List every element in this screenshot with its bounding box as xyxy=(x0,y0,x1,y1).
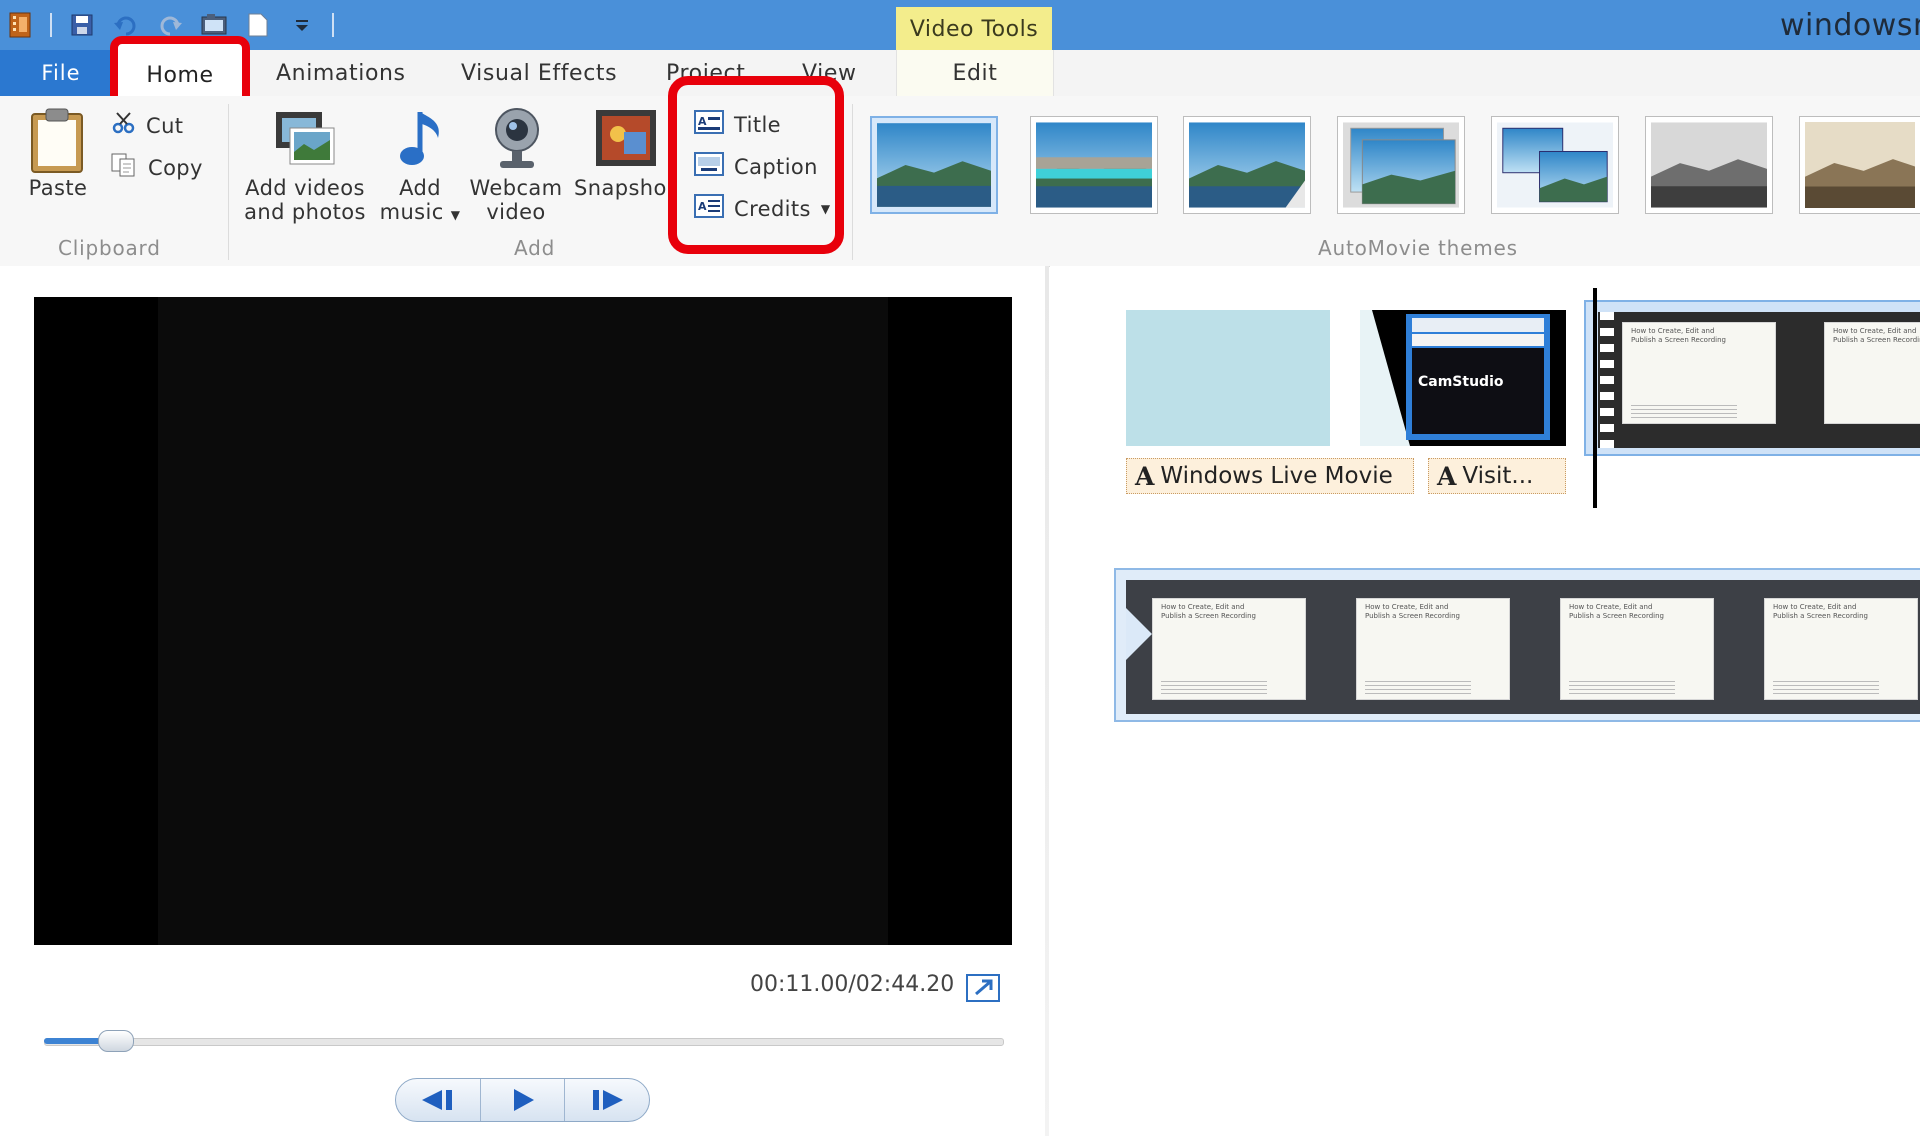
tab-animations[interactable]: Animations xyxy=(276,50,406,96)
tab-edit[interactable]: Edit xyxy=(896,50,1054,96)
theme-thumb-icon xyxy=(877,123,991,207)
caption-chip-visit[interactable]: A Visit... xyxy=(1428,458,1566,494)
camstudio-toolbar xyxy=(1412,334,1544,346)
clip-filmstrip: How to Create, Edit and Publish a Screen … xyxy=(1126,580,1920,714)
camstudio-label: CamStudio xyxy=(1418,374,1504,390)
snapshot-icon[interactable] xyxy=(594,108,658,168)
clip-frame: How to Create, Edit and Publish a Screen … xyxy=(1824,322,1920,424)
theme-thumb-icon xyxy=(1651,122,1767,208)
theme-thumb-icon xyxy=(1497,122,1613,208)
webcam-label-line2: video xyxy=(486,200,546,224)
theme-thumb-icon xyxy=(1189,122,1305,208)
pane-splitter[interactable] xyxy=(1045,266,1049,1136)
copy-icon xyxy=(110,152,138,183)
clip-frame: How to Create, Edit and Publish a Screen … xyxy=(1764,598,1918,700)
customize-qat-icon[interactable] xyxy=(288,11,316,39)
ribbon-separator xyxy=(852,104,853,260)
tab-visual-effects[interactable]: Visual Effects xyxy=(461,50,617,96)
clip-frame: How to Create, Edit and Publish a Screen … xyxy=(1622,322,1776,424)
video-frame xyxy=(158,297,888,945)
paste-label[interactable]: Paste xyxy=(22,176,94,200)
add-music-label[interactable]: Add music ▼ xyxy=(378,176,462,227)
caption-chip-text: Visit... xyxy=(1462,463,1534,489)
redo-icon[interactable] xyxy=(156,11,184,39)
clip-frame: How to Create, Edit and Publish a Screen … xyxy=(1152,598,1306,700)
clip-frame: How to Create, Edit and Publish a Screen … xyxy=(1560,598,1714,700)
clipboard-group-label: Clipboard xyxy=(58,236,161,260)
clip-filmstrip: How to Create, Edit and Publish a Screen … xyxy=(1598,312,1920,448)
window-title: windowsn xyxy=(1780,8,1920,43)
add-videos-icon[interactable] xyxy=(274,110,338,168)
tab-file[interactable]: File xyxy=(0,50,122,96)
snapshot-icon[interactable] xyxy=(200,11,228,39)
playback-controls xyxy=(395,1078,650,1122)
webcam-icon[interactable] xyxy=(490,106,544,172)
playback-timecode: 00:11.00/02:44.20 xyxy=(750,972,955,997)
video-clip-selected[interactable]: How to Create, Edit and Publish a Screen … xyxy=(1584,300,1920,456)
playhead-indicator[interactable] xyxy=(1593,288,1597,508)
add-videos-label[interactable]: Add videos and photos xyxy=(240,176,370,224)
add-videos-label-line2: and photos xyxy=(244,200,366,224)
video-clip-camstudio[interactable]: CamStudio xyxy=(1360,310,1566,446)
text-overlay-icon: A xyxy=(1135,461,1155,491)
ribbon-separator xyxy=(228,104,229,260)
automovie-theme-crossfade[interactable] xyxy=(1491,116,1619,214)
add-music-label-line2: music ▼ xyxy=(379,200,461,224)
film-sprockets xyxy=(1600,312,1614,448)
title-clip[interactable] xyxy=(1126,310,1330,446)
copy-label: Copy xyxy=(148,155,203,180)
automovie-theme-pan-zoom[interactable] xyxy=(1337,116,1465,214)
play-icon xyxy=(513,1089,534,1111)
automovie-theme-contemporary[interactable] xyxy=(870,116,998,214)
camstudio-splash: CamStudio xyxy=(1412,348,1544,434)
webcam-video-label[interactable]: Webcam video xyxy=(466,176,566,224)
dropdown-arrow-icon: ▼ xyxy=(450,208,461,222)
automovie-theme-cinematic[interactable] xyxy=(1030,116,1158,214)
previous-frame-icon xyxy=(421,1090,452,1110)
fullscreen-icon[interactable] xyxy=(966,974,1000,1002)
camstudio-window-thumb: CamStudio xyxy=(1406,314,1550,440)
paste-icon[interactable] xyxy=(26,106,88,176)
video-clip-row2[interactable]: How to Create, Edit and Publish a Screen … xyxy=(1114,568,1920,722)
text-overlay-icon: A xyxy=(1437,461,1457,491)
next-frame-button[interactable] xyxy=(565,1079,649,1121)
slide-footer-text xyxy=(1631,405,1738,419)
camstudio-menubar xyxy=(1412,318,1544,332)
caption-chip-windows-live-movie[interactable]: A Windows Live Movie xyxy=(1126,458,1414,494)
next-frame-icon xyxy=(593,1090,624,1110)
add-videos-label-line1: Add videos xyxy=(245,176,365,200)
cut-button[interactable]: Cut xyxy=(112,112,183,139)
webcam-label-line1: Webcam xyxy=(469,176,563,200)
automovie-themes-group-label: AutoMovie themes xyxy=(1318,236,1518,260)
undo-icon[interactable] xyxy=(112,11,140,39)
cut-label: Cut xyxy=(146,113,184,138)
video-tools-context-label: Video Tools xyxy=(896,7,1052,51)
qat-separator xyxy=(332,13,334,37)
save-icon[interactable] xyxy=(68,11,96,39)
slide-title: How to Create, Edit and Publish a Screen … xyxy=(1833,327,1920,344)
qat-separator xyxy=(50,13,52,37)
slide-title: How to Create, Edit and Publish a Screen … xyxy=(1631,327,1726,344)
automovie-theme-fade[interactable] xyxy=(1183,116,1311,214)
caption-chip-text: Windows Live Movie xyxy=(1160,463,1393,489)
theme-thumb-icon xyxy=(1343,122,1459,208)
previous-frame-button[interactable] xyxy=(396,1079,481,1121)
movie-maker-icon[interactable] xyxy=(6,11,34,39)
automovie-theme-black-white[interactable] xyxy=(1645,116,1773,214)
text-group-highlight xyxy=(668,76,844,254)
copy-button[interactable]: Copy xyxy=(110,152,203,183)
seek-bar-thumb[interactable] xyxy=(98,1030,134,1052)
new-project-icon[interactable] xyxy=(244,11,272,39)
clip-frame: How to Create, Edit and Publish a Screen … xyxy=(1356,598,1510,700)
add-group-label: Add xyxy=(514,236,556,260)
automovie-theme-sepia[interactable] xyxy=(1799,116,1920,214)
theme-thumb-icon xyxy=(1805,122,1915,208)
theme-thumb-icon xyxy=(1036,122,1152,208)
snapshot-label[interactable]: Snapsho xyxy=(574,176,670,200)
scissors-icon xyxy=(112,112,136,139)
play-button[interactable] xyxy=(481,1079,566,1121)
music-note-icon[interactable] xyxy=(398,108,448,172)
seek-bar[interactable] xyxy=(44,1038,1004,1046)
add-music-label-line1: Add xyxy=(399,176,441,200)
